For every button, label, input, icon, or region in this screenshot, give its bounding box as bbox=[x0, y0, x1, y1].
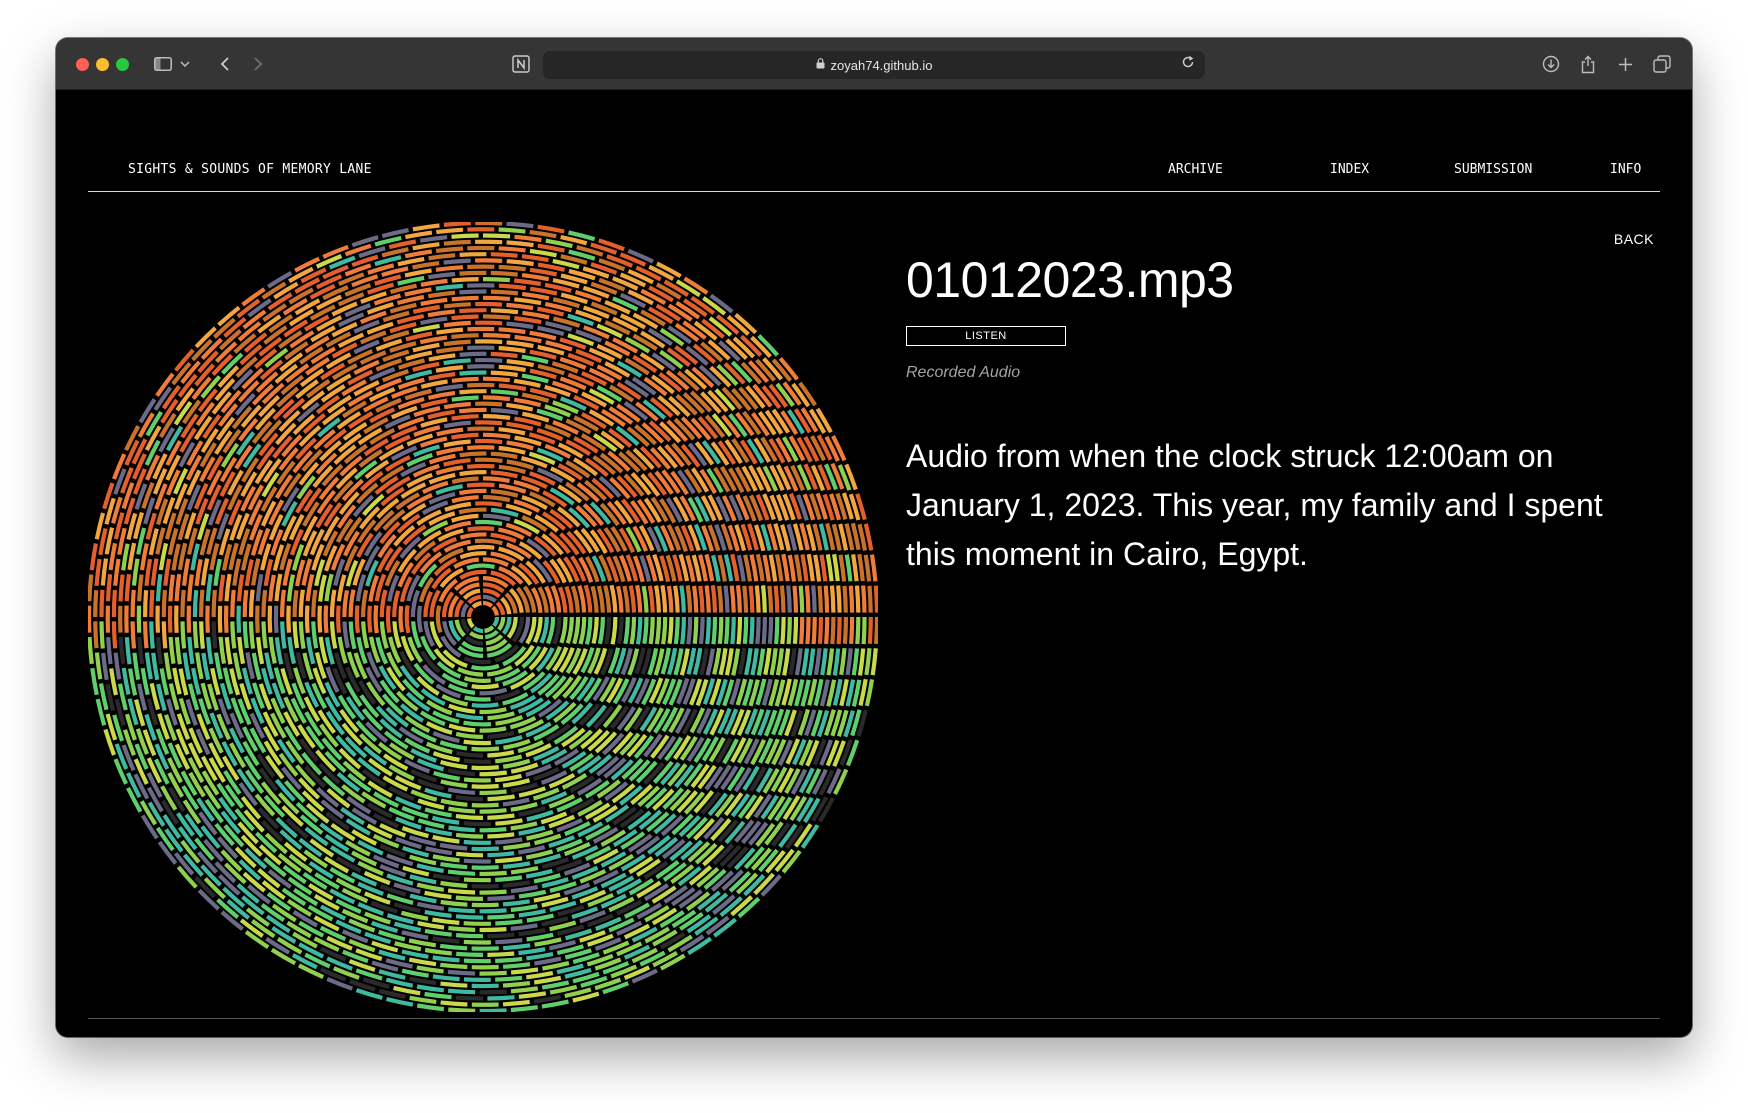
web-page: SIGHTS & SOUNDS OF MEMORY LANE ARCHIVE I… bbox=[56, 90, 1692, 1037]
listen-button[interactable]: LISTEN bbox=[906, 326, 1066, 346]
forward-arrow-icon[interactable] bbox=[250, 52, 266, 76]
site-title-link[interactable]: SIGHTS & SOUNDS OF MEMORY LANE bbox=[128, 162, 372, 177]
track-title: 01012023.mp3 bbox=[906, 252, 1234, 308]
browser-window: zoyah74.github.io SIGHTS & SOUNDS OF MEM… bbox=[56, 38, 1692, 1037]
media-type-label: Recorded Audio bbox=[906, 364, 1021, 381]
lock-icon bbox=[816, 58, 825, 72]
download-icon[interactable] bbox=[1540, 52, 1562, 76]
plus-icon[interactable] bbox=[1614, 52, 1636, 76]
tabs-overview-icon[interactable] bbox=[1651, 52, 1673, 76]
nav-index[interactable]: INDEX bbox=[1330, 162, 1369, 177]
footer-divider bbox=[88, 1018, 1660, 1019]
sidebar-icon[interactable] bbox=[152, 52, 174, 76]
notion-icon[interactable] bbox=[510, 52, 532, 76]
close-window-button[interactable] bbox=[76, 58, 89, 71]
url-text: zoyah74.github.io bbox=[830, 57, 933, 73]
address-bar[interactable]: zoyah74.github.io bbox=[543, 51, 1205, 79]
zoom-window-button[interactable] bbox=[116, 58, 129, 71]
nav-archive[interactable]: ARCHIVE bbox=[1168, 162, 1223, 177]
audio-visualization-image bbox=[88, 222, 878, 1012]
reload-icon[interactable] bbox=[1181, 55, 1195, 73]
back-arrow-icon[interactable] bbox=[216, 52, 232, 76]
nav-submission[interactable]: SUBMISSION bbox=[1454, 162, 1532, 177]
entry-description: Audio from when the clock struck 12:00am… bbox=[906, 438, 1603, 572]
back-link[interactable]: BACK bbox=[1614, 231, 1654, 247]
share-icon[interactable] bbox=[1577, 52, 1599, 76]
site-header: SIGHTS & SOUNDS OF MEMORY LANE ARCHIVE I… bbox=[88, 90, 1660, 192]
minimize-window-button[interactable] bbox=[96, 58, 109, 71]
entry-detail: 01012023.mp3 LISTEN Recorded Audio Audio… bbox=[906, 250, 1646, 579]
browser-toolbar: zoyah74.github.io bbox=[56, 38, 1692, 90]
nav-info[interactable]: INFO bbox=[1610, 162, 1641, 177]
chevron-down-icon[interactable] bbox=[178, 52, 192, 76]
